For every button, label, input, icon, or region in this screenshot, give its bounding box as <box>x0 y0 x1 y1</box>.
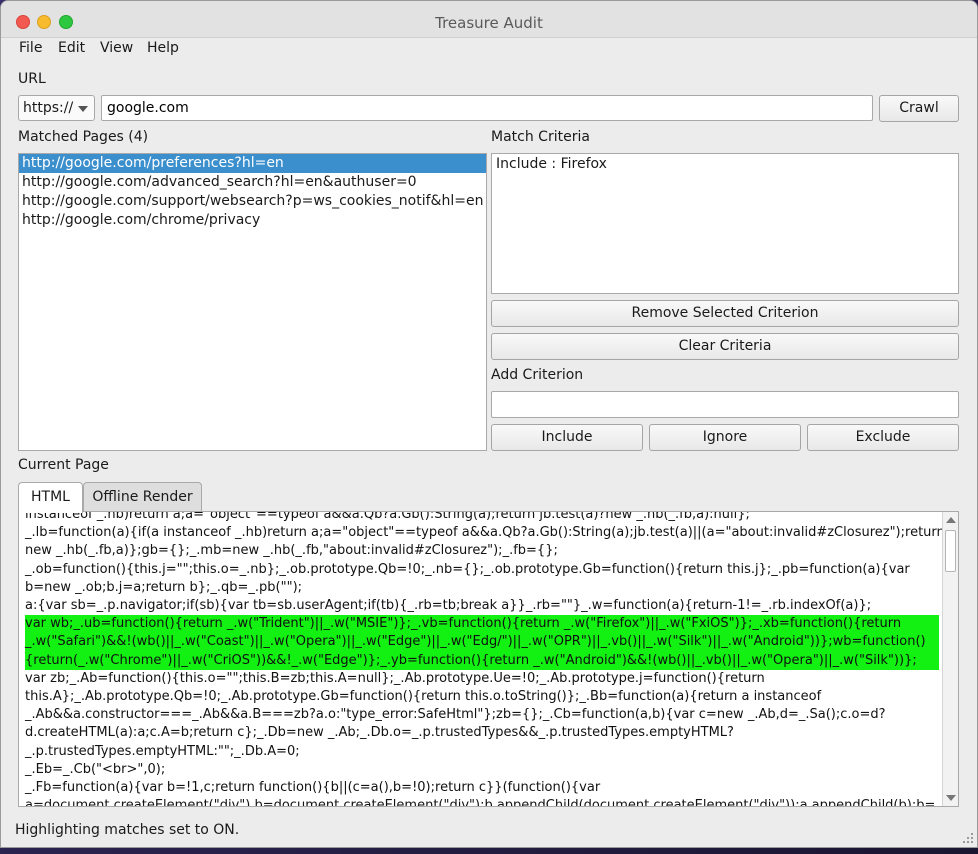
exclude-button[interactable]: Exclude <box>807 424 959 451</box>
source-code: instanceof _.hb)return a;a="object"==typ… <box>25 512 945 807</box>
scheme-select[interactable]: https:// <box>18 95 95 121</box>
tab-offline-render[interactable]: Offline Render <box>83 482 202 512</box>
window-title: Treasure Audit <box>435 14 543 32</box>
include-button[interactable]: Include <box>491 424 643 451</box>
chevron-down-icon <box>78 106 88 112</box>
source-text-before: instanceof _.hb)return a;a="object"==typ… <box>25 511 945 614</box>
url-input[interactable] <box>101 95 873 121</box>
list-item[interactable]: http://google.com/support/websearch?p=ws… <box>19 192 486 211</box>
tab-html[interactable]: HTML <box>18 482 83 513</box>
current-page-label: Current Page <box>18 457 109 473</box>
add-criterion-input[interactable] <box>491 391 959 418</box>
menu-bar: File Edit View Help <box>1 37 977 61</box>
status-bar: Highlighting matches set to ON. <box>15 822 240 838</box>
scroll-up-icon[interactable] <box>946 517 956 523</box>
menu-file[interactable]: File <box>19 40 42 56</box>
menu-help[interactable]: Help <box>147 40 179 56</box>
title-bar: Treasure Audit <box>1 1 977 38</box>
scrollbar-thumb[interactable] <box>945 530 956 572</box>
app-window: Treasure Audit File Edit View Help URL h… <box>0 0 978 848</box>
matched-pages-label: Matched Pages (4) <box>18 129 149 145</box>
match-criteria-label: Match Criteria <box>491 129 590 145</box>
menu-edit[interactable]: Edit <box>58 40 85 56</box>
remove-criterion-button[interactable]: Remove Selected Criterion <box>491 300 959 327</box>
list-item[interactable]: http://google.com/preferences?hl=en <box>19 154 486 173</box>
criteria-item[interactable]: Include : Firefox <box>496 156 954 172</box>
list-item[interactable]: http://google.com/advanced_search?hl=en&… <box>19 173 486 192</box>
clear-criteria-button[interactable]: Clear Criteria <box>491 333 959 360</box>
url-label: URL <box>18 71 46 87</box>
add-criterion-label: Add Criterion <box>491 367 584 383</box>
resize-grip-icon[interactable] <box>963 833 973 843</box>
vertical-scrollbar[interactable] <box>942 512 958 806</box>
crawl-button[interactable]: Crawl <box>879 95 959 122</box>
ignore-button[interactable]: Ignore <box>649 424 801 451</box>
html-source-view[interactable]: instanceof _.hb)return a;a="object"==typ… <box>18 511 959 807</box>
scheme-value: https:// <box>23 100 74 116</box>
matched-pages-list[interactable]: http://google.com/preferences?hl=en http… <box>18 153 487 451</box>
criteria-list[interactable]: Include : Firefox <box>491 153 959 294</box>
scroll-down-icon[interactable] <box>946 795 956 801</box>
source-text-after: var zb;_.Ab=function(){this.o="";this.B=… <box>25 670 936 807</box>
highlighted-match: var wb;_.ub=function(){return _.w("Tride… <box>25 615 939 670</box>
list-item[interactable]: http://google.com/chrome/privacy <box>19 211 486 230</box>
menu-view[interactable]: View <box>100 40 133 56</box>
